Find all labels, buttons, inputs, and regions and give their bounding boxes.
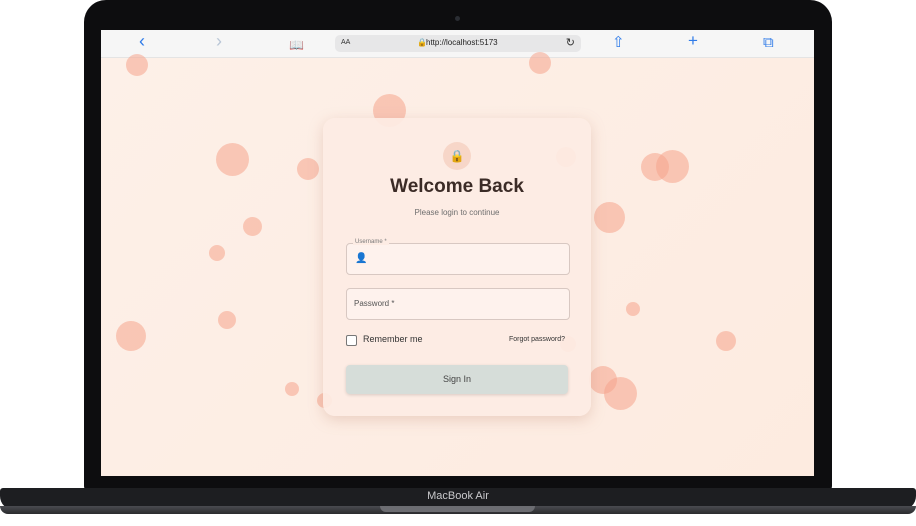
tabs-icon[interactable]: ⧉ (763, 34, 774, 52)
forgot-password-link[interactable]: Forgot password? (509, 336, 565, 343)
bubble (216, 143, 249, 176)
page-title: Welcome Back (390, 176, 524, 197)
url-bar[interactable]: AA 🔒 http://localhost:5173 ↻ (335, 35, 581, 52)
bubble (243, 217, 262, 236)
username-label: Username * (353, 239, 389, 245)
bookmarks-icon[interactable]: 📖 (289, 36, 304, 54)
model-label: MacBook Air (427, 490, 489, 502)
bubble (218, 311, 236, 329)
bubble (626, 302, 640, 316)
login-card: 🔒 Welcome Back Please login to continue … (323, 118, 591, 416)
username-field[interactable]: Username * 👤 (346, 239, 570, 275)
bubble (656, 150, 689, 183)
lock-icon: 🔒 (443, 142, 471, 170)
url-text[interactable]: http://localhost:5173 (426, 38, 498, 47)
user-icon: 👤 (355, 253, 368, 264)
reader-aa-button[interactable]: AA (341, 39, 350, 46)
remember-label: Remember me (363, 334, 423, 344)
bubble (529, 52, 551, 74)
sign-in-button[interactable]: Sign In (346, 365, 568, 394)
reload-icon[interactable]: ↻ (566, 36, 575, 49)
bubble (604, 377, 637, 410)
bubble (297, 158, 319, 180)
laptop-notch (380, 506, 535, 512)
bubble (285, 382, 299, 396)
password-placeholder: Password * (354, 299, 395, 308)
password-field[interactable]: Password * (346, 288, 570, 320)
page-subtitle: Please login to continue (414, 208, 500, 217)
screen: ‹ › 📖 AA 🔒 http://localhost:5173 ↻ ⇧ + ⧉… (101, 30, 814, 476)
bubble (594, 202, 625, 233)
bubble (126, 54, 148, 76)
remember-checkbox[interactable] (346, 335, 357, 346)
browser-toolbar: ‹ › 📖 AA 🔒 http://localhost:5173 ↻ ⇧ + ⧉ (101, 30, 814, 58)
share-icon[interactable]: ⇧ (612, 34, 625, 52)
bubble (209, 245, 225, 261)
bubble (716, 331, 736, 351)
back-icon[interactable]: ‹ (139, 32, 145, 50)
bubble (116, 321, 146, 351)
camera (455, 16, 460, 21)
forward-icon[interactable]: › (216, 32, 222, 50)
new-tab-icon[interactable]: + (688, 32, 698, 50)
